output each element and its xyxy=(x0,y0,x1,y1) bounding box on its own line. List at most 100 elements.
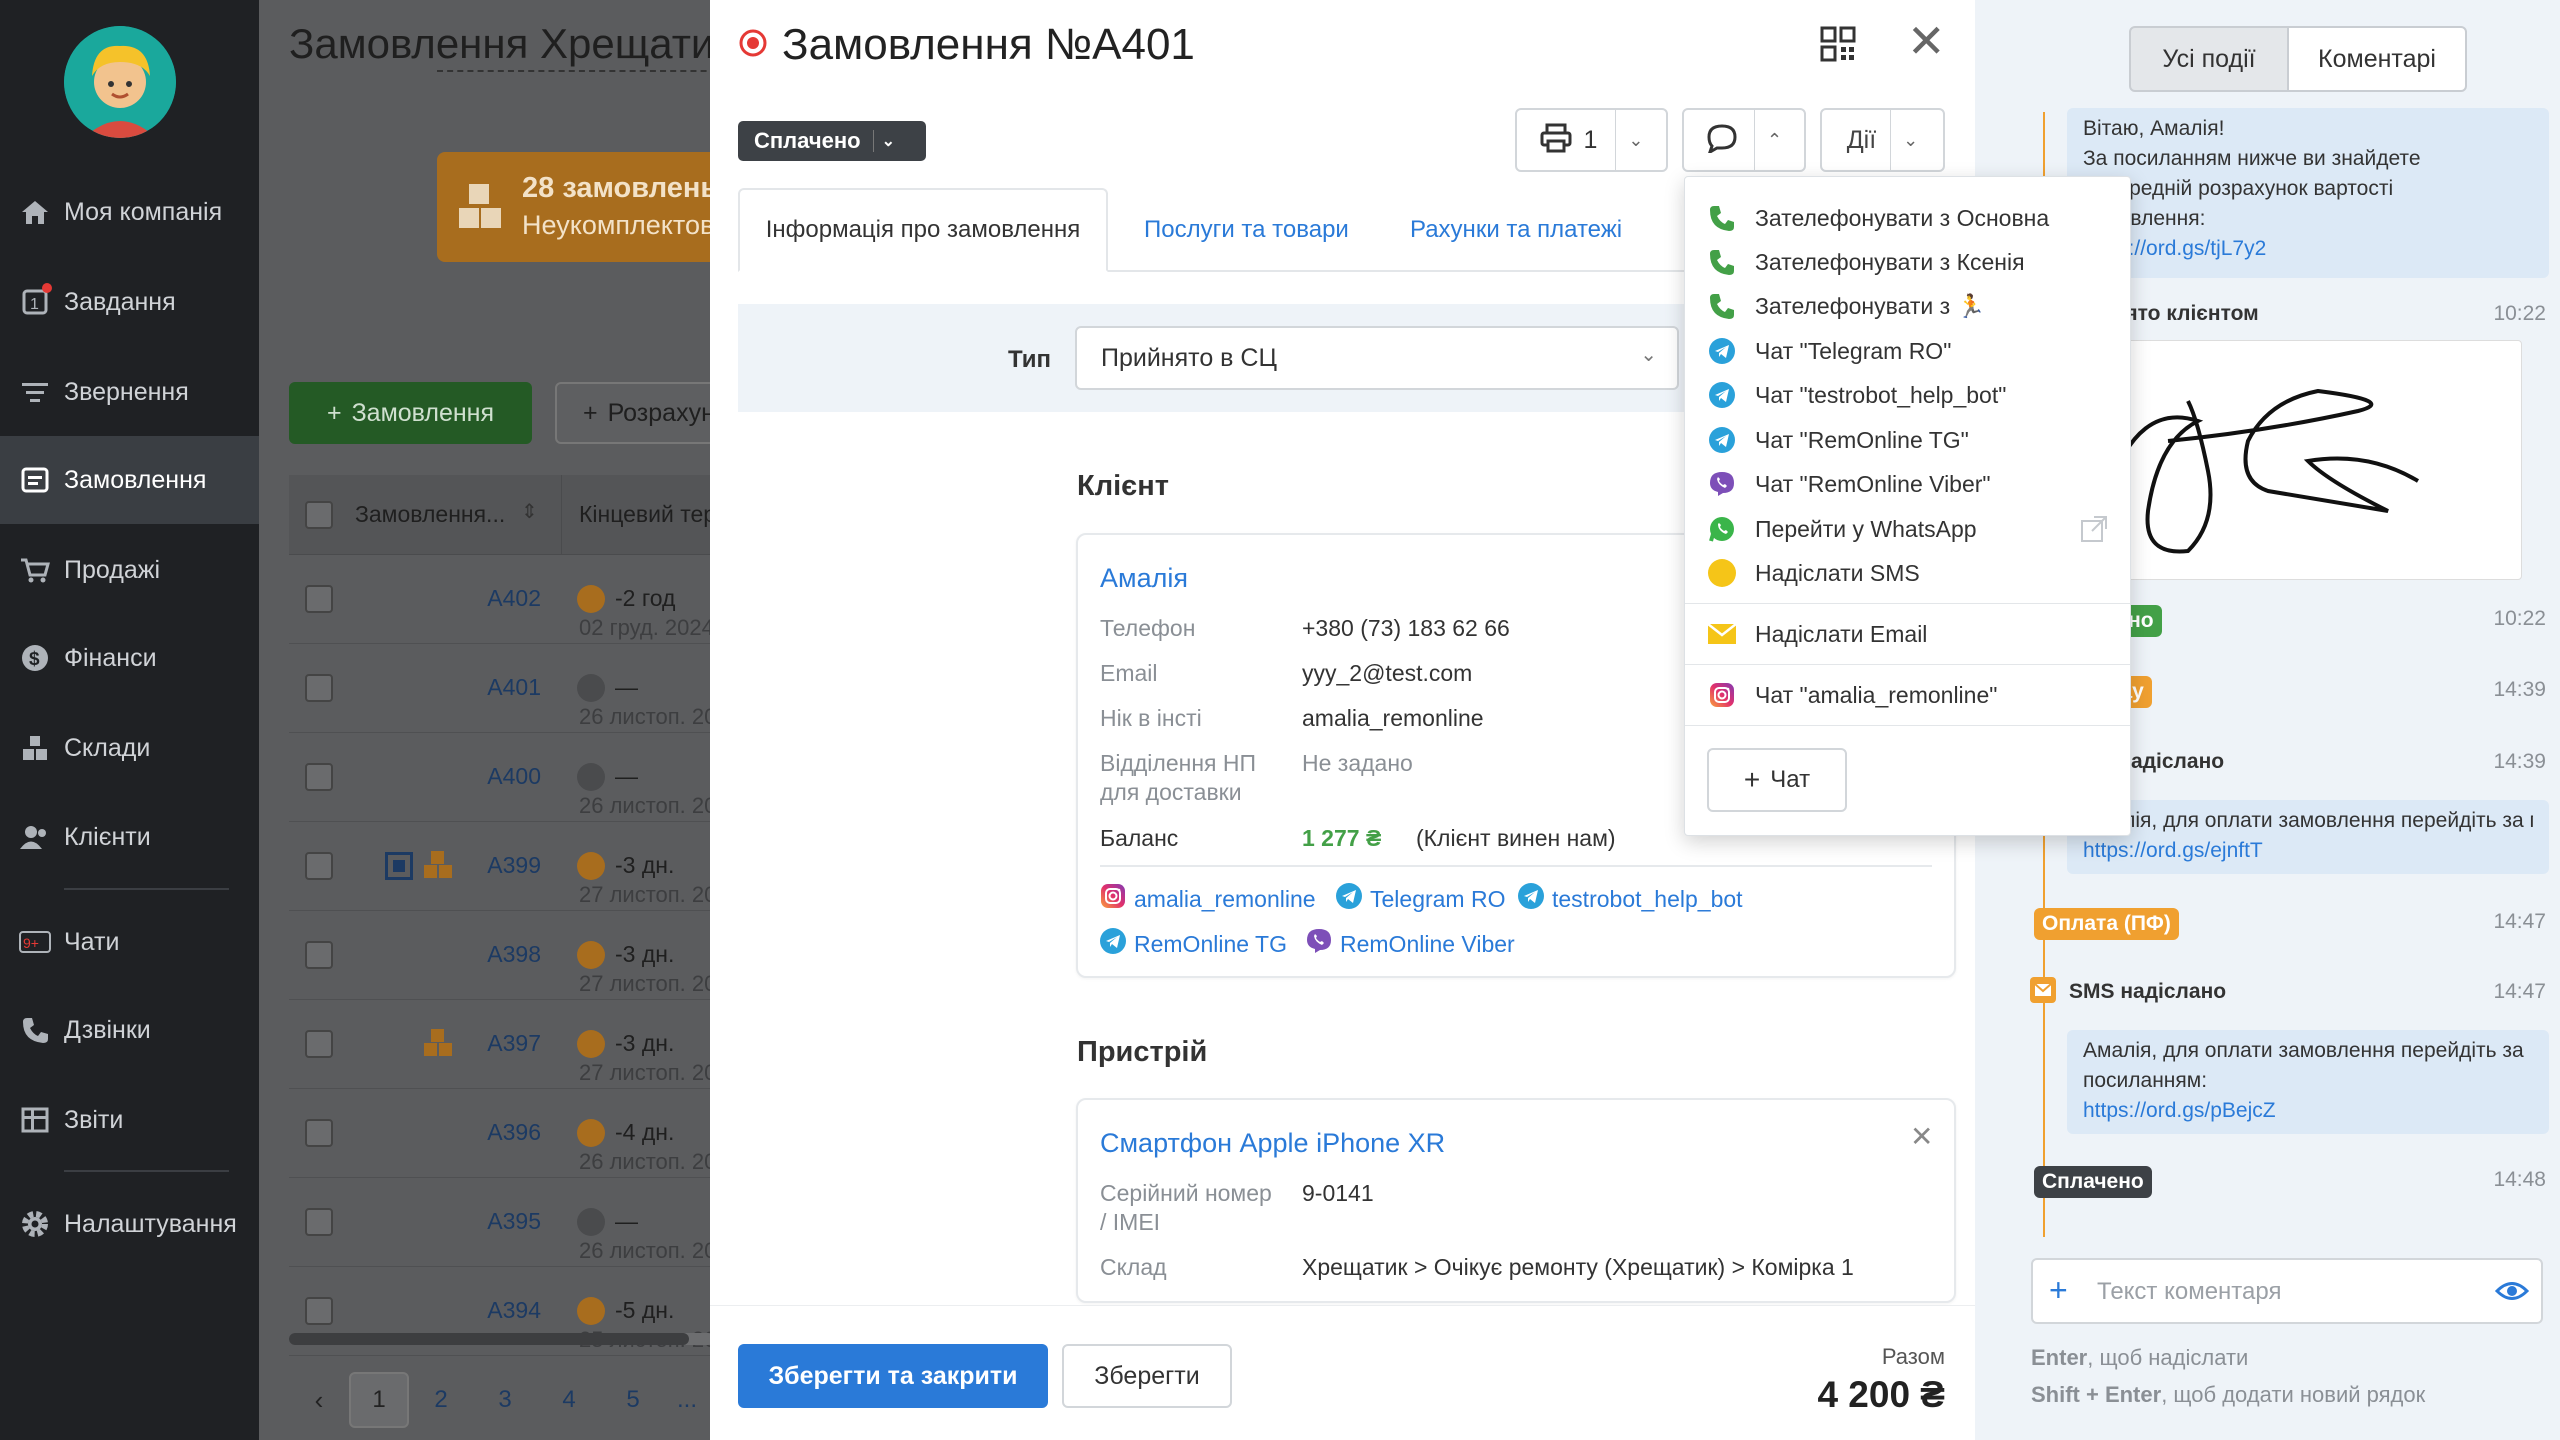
sidebar-item-chats[interactable]: 9+ Чати xyxy=(0,898,259,986)
channel-instagram[interactable]: amalia_remonline xyxy=(1100,883,1316,915)
client-name-link[interactable]: Амалія xyxy=(1100,563,1188,594)
phone-value[interactable]: +380 (73) 183 62 66 xyxy=(1302,615,1510,642)
sidebar-item-finance[interactable]: $ Фінанси xyxy=(0,614,259,702)
page-5[interactable]: 5 xyxy=(601,1386,665,1414)
sidebar-item-sales[interactable]: Продажі xyxy=(0,526,259,614)
communication-button[interactable]: ⌃ xyxy=(1682,108,1806,172)
type-select[interactable]: Прийнято в СЦ ⌄ xyxy=(1075,326,1679,390)
message-link[interactable]: https://ord.gs/tjL7y2 xyxy=(2083,234,2533,264)
channel-remonline-viber[interactable]: RemOnline Viber xyxy=(1306,928,1515,960)
order-id-link[interactable]: A397 xyxy=(441,1030,541,1057)
print-button[interactable]: 1 ⌄ xyxy=(1515,108,1668,172)
sort-icon[interactable]: ⇕ xyxy=(521,499,538,524)
sidebar-item-warehouse[interactable]: Склади xyxy=(0,704,259,792)
device-name-link[interactable]: Смартфон Apple iPhone XR xyxy=(1100,1128,1445,1159)
table-row[interactable]: A401 — 26 листоп. 2024 xyxy=(289,644,714,733)
horizontal-scrollbar[interactable] xyxy=(289,1333,714,1345)
menu-item-send-sms[interactable]: Надіслати SMS xyxy=(1685,551,2130,595)
signature-image[interactable] xyxy=(2067,340,2522,580)
actions-button[interactable]: Дії ⌄ xyxy=(1820,108,1945,172)
serial-value: 9-0141 xyxy=(1302,1180,1374,1206)
sidebar-item-reports[interactable]: Звіти xyxy=(0,1076,259,1164)
dollar-icon: $ xyxy=(18,641,52,675)
sidebar-item-settings[interactable]: Налаштування xyxy=(0,1180,259,1268)
order-id-link[interactable]: A400 xyxy=(441,763,541,790)
close-icon[interactable]: ✕ xyxy=(1907,18,1946,64)
order-id-link[interactable]: A402 xyxy=(441,585,541,612)
order-id-link[interactable]: A395 xyxy=(441,1208,541,1235)
message-link[interactable]: https://ord.gs/ejnftT xyxy=(2083,836,2533,866)
tab-invoices-payments[interactable]: Рахунки та платежі xyxy=(1410,216,1622,244)
order-id-link[interactable]: A401 xyxy=(441,674,541,701)
save-button[interactable]: Зберегти xyxy=(1062,1344,1232,1408)
status-dropdown[interactable]: Сплачено ⌄ xyxy=(738,121,926,161)
sidebar-item-orders[interactable]: Замовлення xyxy=(0,436,259,524)
row-checkbox[interactable] xyxy=(305,1208,333,1236)
menu-item-call-main[interactable]: Зателефонувати з Основна xyxy=(1685,196,2130,240)
row-checkbox[interactable] xyxy=(305,852,333,880)
menu-item-chat-instagram[interactable]: Чат "amalia_remonline" xyxy=(1685,673,2130,717)
table-row[interactable]: A395 — 26 листоп. 2024 xyxy=(289,1178,714,1267)
prev-page-icon[interactable]: ‹ xyxy=(289,1385,349,1416)
page-4[interactable]: 4 xyxy=(537,1386,601,1414)
email-value[interactable]: yyy_2@test.com xyxy=(1302,660,1472,687)
page-1[interactable]: 1 xyxy=(349,1372,409,1428)
column-header-order[interactable]: Замовлення... xyxy=(355,501,505,528)
table-row[interactable]: A399 -3 дн. 27 листоп. 2024 xyxy=(289,822,714,911)
table-row[interactable]: A396 -4 дн. 26 листоп. 2024 xyxy=(289,1089,714,1178)
new-chat-button[interactable]: + Чат xyxy=(1707,748,1847,812)
incomplete-orders-banner[interactable]: 28 замовлень Неукомплектовані xyxy=(437,152,714,262)
message-link[interactable]: https://ord.gs/pBejcZ xyxy=(2083,1096,2533,1126)
menu-item-chat-testrobot[interactable]: Чат "testrobot_help_bot" xyxy=(1685,373,2130,417)
order-id-link[interactable]: A398 xyxy=(441,941,541,968)
sidebar-item-requests[interactable]: Звернення xyxy=(0,348,259,436)
save-close-button[interactable]: Зберегти та закрити xyxy=(738,1344,1048,1408)
order-id-link[interactable]: A394 xyxy=(441,1297,541,1324)
row-checkbox[interactable] xyxy=(305,941,333,969)
menu-item-chat-remonline-viber[interactable]: Чат "RemOnline Viber" xyxy=(1685,462,2130,506)
table-row[interactable]: A400 — 26 листоп. 2024 xyxy=(289,733,714,822)
menu-item-call-runner[interactable]: Зателефонувати з 🏃 xyxy=(1685,284,2130,328)
order-id-link[interactable]: A399 xyxy=(441,852,541,879)
tab-order-info[interactable]: Інформація про замовлення xyxy=(738,188,1108,272)
plus-icon[interactable]: + xyxy=(2049,1272,2068,1309)
sidebar-item-calls[interactable]: Дзвінки xyxy=(0,986,259,1074)
tab-all-events[interactable]: Усі події xyxy=(2129,26,2289,92)
tab-comments[interactable]: Коментарі xyxy=(2287,26,2467,92)
new-order-button[interactable]: + Замовлення xyxy=(289,382,532,444)
channel-testrobot[interactable]: testrobot_help_bot xyxy=(1518,883,1743,915)
column-header-deadline[interactable]: Кінцевий термін xyxy=(579,501,714,528)
eye-icon[interactable] xyxy=(2494,1276,2530,1311)
table-row[interactable]: A402 -2 год 02 груд. 2024 xyxy=(289,555,714,644)
page-2[interactable]: 2 xyxy=(409,1386,473,1414)
qr-code-icon[interactable] xyxy=(1820,26,1856,67)
sidebar-item-company[interactable]: Моя компанія xyxy=(0,168,259,256)
sidebar-item-clients[interactable]: Клієнти xyxy=(0,793,259,881)
row-checkbox[interactable] xyxy=(305,1030,333,1058)
table-row[interactable]: A398 -3 дн. 27 листоп. 2024 xyxy=(289,911,714,1000)
menu-item-send-email[interactable]: Надіслати Email xyxy=(1685,612,2130,656)
select-all-checkbox[interactable] xyxy=(305,501,333,529)
sidebar-item-label: Клієнти xyxy=(64,822,151,851)
order-id-link[interactable]: A396 xyxy=(441,1119,541,1146)
menu-item-whatsapp[interactable]: Перейти у WhatsApp xyxy=(1685,507,2130,551)
row-checkbox[interactable] xyxy=(305,763,333,791)
table-row[interactable]: A397 -3 дн. 27 листоп. 2024 xyxy=(289,1000,714,1089)
menu-item-chat-remonline-tg[interactable]: Чат "RemOnline TG" xyxy=(1685,418,2130,462)
sidebar-item-tasks[interactable]: 1 Завдання xyxy=(0,258,259,346)
menu-item-chat-telegram-ro[interactable]: Чат "Telegram RO" xyxy=(1685,329,2130,373)
user-avatar[interactable] xyxy=(64,26,176,138)
tab-services-goods[interactable]: Послуги та товари xyxy=(1144,216,1349,244)
message-line: замовлення: xyxy=(2083,207,2206,230)
calculation-button[interactable]: + Розрахунок xyxy=(555,382,714,444)
menu-item-call-kseniia[interactable]: Зателефонувати з Ксенія xyxy=(1685,240,2130,284)
row-checkbox[interactable] xyxy=(305,1297,333,1325)
channel-telegram-ro[interactable]: Telegram RO xyxy=(1336,883,1505,915)
comment-input[interactable]: + Текст коментаря xyxy=(2031,1258,2543,1324)
remove-device-icon[interactable]: ✕ xyxy=(1910,1120,1933,1153)
row-checkbox[interactable] xyxy=(305,674,333,702)
row-checkbox[interactable] xyxy=(305,1119,333,1147)
channel-remonline-tg[interactable]: RemOnline TG xyxy=(1100,928,1287,960)
row-checkbox[interactable] xyxy=(305,585,333,613)
page-3[interactable]: 3 xyxy=(473,1386,537,1414)
